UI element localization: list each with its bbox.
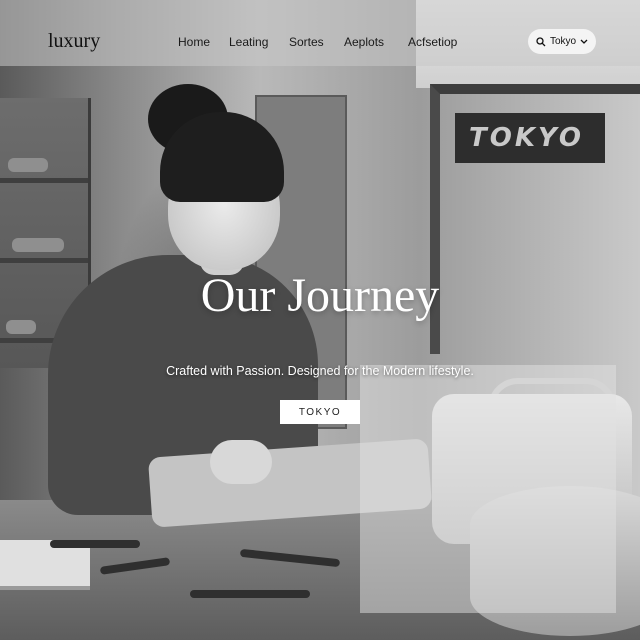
language-selector[interactable]: Tokyo <box>528 29 596 54</box>
artisan-hand <box>210 440 272 484</box>
hero-subtitle: Crafted with Passion. Designed for the M… <box>166 364 474 378</box>
nav-link-home[interactable]: Home <box>178 35 210 49</box>
background-sign: TOKYO <box>455 113 605 163</box>
hero-cta-button[interactable]: TOKYO <box>280 400 360 424</box>
language-label: Tokyo <box>549 36 577 47</box>
chevron-down-icon <box>580 39 588 45</box>
nav-link-leating[interactable]: Leating <box>229 35 268 49</box>
overlay-panel <box>360 365 616 613</box>
top-navigation-bar: luxury Home Leating Sortes Aeplots Acfse… <box>0 0 640 66</box>
hero-background-photo: TOKYO luxury Home Leating Sortes Aeplots… <box>0 0 640 640</box>
hero-title: Our Journey <box>200 269 440 322</box>
nav-link-aeplots[interactable]: Aeplots <box>344 35 384 49</box>
nav-link-sortes[interactable]: Sortes <box>289 35 324 49</box>
search-icon <box>536 36 546 47</box>
craft-tools <box>0 528 380 640</box>
nav-link-acfsetiop[interactable]: Acfsetiop <box>408 35 457 49</box>
brand-logo[interactable]: luxury <box>48 30 100 53</box>
